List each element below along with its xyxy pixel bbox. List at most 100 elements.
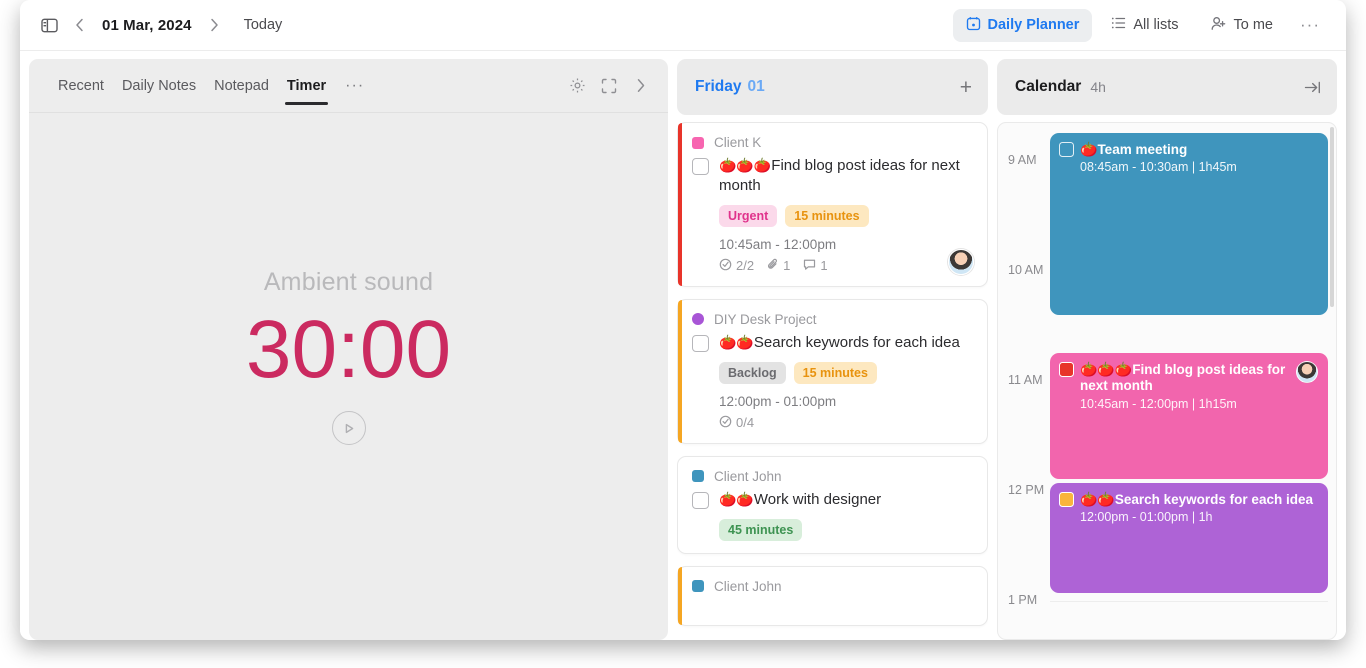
check-circle-icon <box>719 258 732 274</box>
task-card[interactable]: Client John <box>677 565 988 626</box>
calendar-event-head: 🍅Team meeting <box>1059 141 1318 158</box>
task-card[interactable]: DIY Desk Project 🍅🍅Search keywords for e… <box>677 298 988 444</box>
gear-icon[interactable] <box>566 75 588 97</box>
collapse-right-icon[interactable] <box>1304 80 1321 95</box>
event-title: 🍅🍅Search keywords for each idea <box>1080 491 1318 508</box>
avatar[interactable] <box>1296 361 1318 383</box>
task-project: Client John <box>692 469 973 484</box>
tab-daily-planner[interactable]: Daily Planner <box>952 8 1093 42</box>
task-checkbox[interactable] <box>692 334 709 352</box>
task-badges: 45 minutes <box>719 518 973 541</box>
comment-icon <box>803 258 816 274</box>
pomodoro-tomatoes: 🍅 <box>1080 141 1098 157</box>
event-checkbox[interactable] <box>1059 142 1074 157</box>
prev-day-button[interactable] <box>66 10 92 40</box>
event-checkbox[interactable] <box>1059 492 1074 507</box>
task-title: 🍅🍅Search keywords for each idea <box>719 333 973 353</box>
project-name: Client John <box>714 468 782 484</box>
task-checkbox[interactable] <box>692 158 709 175</box>
task-time: 12:00pm - 01:00pm <box>719 393 837 409</box>
pomodoro-tomatoes: 🍅🍅 <box>1080 491 1115 507</box>
tab-notepad[interactable]: Notepad <box>205 59 278 113</box>
tab-to-me-label: To me <box>1233 17 1274 33</box>
event-time: 12:00pm - 01:00pm | 1h <box>1080 510 1213 525</box>
event-time: 10:45am - 12:00pm | 1h15m <box>1080 396 1237 411</box>
project-color-swatch <box>692 470 704 483</box>
task-card[interactable]: Client K 🍅🍅🍅Find blog post ideas for nex… <box>677 122 988 287</box>
task-list: Client K 🍅🍅🍅Find blog post ideas for nex… <box>677 122 988 640</box>
tab-timer[interactable]: Timer <box>278 59 335 113</box>
toolbar-right-group: Daily Planner All lists To me ··· <box>952 8 1328 42</box>
task-main: 🍅🍅Search keywords for each idea <box>692 333 973 353</box>
plus-icon[interactable]: + <box>960 77 972 98</box>
task-meta: 2/2 1 1 <box>719 258 973 274</box>
event-title-text: Search keywords for each idea <box>1114 492 1313 507</box>
expand-icon[interactable] <box>598 75 620 97</box>
current-date[interactable]: 01 Mar, 2024 <box>94 17 200 34</box>
checklist-value: 0/4 <box>736 415 755 431</box>
duration-badge[interactable]: 45 minutes <box>719 518 803 541</box>
duration-badge[interactable]: 15 minutes <box>793 361 877 384</box>
app-window: 01 Mar, 2024 Today Daily Planner All lis… <box>20 0 1346 640</box>
left-panel-tabs-more[interactable]: ··· <box>335 77 374 95</box>
next-day-button[interactable] <box>202 10 228 40</box>
checklist-value: 2/2 <box>736 258 755 274</box>
event-checkbox[interactable] <box>1059 362 1074 377</box>
calendar-event-head: 🍅🍅🍅Find blog post ideas for next month <box>1059 361 1318 395</box>
duration-badge[interactable]: 15 minutes <box>785 204 869 227</box>
calendar-event[interactable]: 🍅Team meeting 08:45am - 10:30am | 1h45m <box>1050 133 1328 315</box>
sidebar-panel-icon[interactable] <box>34 10 64 40</box>
pomodoro-tomatoes: 🍅🍅 <box>719 490 754 507</box>
task-project: Client John <box>692 579 973 594</box>
left-panel-tabs: Recent Daily Notes Notepad Timer ··· <box>29 59 668 113</box>
pomodoro-tomatoes: 🍅🍅 <box>719 333 754 350</box>
event-title: 🍅Team meeting <box>1080 141 1318 158</box>
timer-display: 30:00 <box>245 304 452 395</box>
tab-recent[interactable]: Recent <box>49 59 113 113</box>
left-panel: Recent Daily Notes Notepad Timer ··· Amb… <box>29 59 668 640</box>
timer-panel: Ambient sound 30:00 <box>29 113 668 640</box>
task-main: 🍅🍅Work with designer <box>692 490 973 510</box>
project-color-swatch <box>692 580 704 593</box>
tab-all-lists[interactable]: All lists <box>1098 9 1191 42</box>
task-time: 10:45am - 12:00pm <box>719 236 837 252</box>
task-badges: Urgent 15 minutes <box>719 204 973 227</box>
hour-label: 10 AM <box>1008 263 1044 277</box>
calendar-event[interactable]: 🍅🍅🍅Find blog post ideas for next month 1… <box>1050 353 1328 479</box>
calendar-grid[interactable]: 9 AM 10 AM 11 AM 12 PM 1 PM 🍅Team meetin… <box>997 122 1337 640</box>
chevron-right-icon[interactable] <box>630 75 652 97</box>
top-toolbar: 01 Mar, 2024 Today Daily Planner All lis… <box>20 0 1346 51</box>
task-checkbox[interactable] <box>692 491 709 509</box>
ambient-sound-label[interactable]: Ambient sound <box>264 268 433 297</box>
status-badge[interactable]: Backlog <box>719 361 786 384</box>
calendar-event[interactable]: 🍅🍅Search keywords for each idea 12:00pm … <box>1050 483 1328 593</box>
project-name: Client John <box>714 578 782 594</box>
status-badge[interactable]: Urgent <box>719 204 778 227</box>
checklist-count: 2/2 <box>719 258 754 274</box>
project-color-swatch <box>692 136 704 149</box>
toolbar-more-button[interactable]: ··· <box>1292 9 1328 42</box>
left-panel-tools <box>566 75 652 97</box>
toolbar-left-group: 01 Mar, 2024 Today <box>34 10 282 40</box>
list-icon <box>1111 16 1126 34</box>
task-card[interactable]: Client John 🍅🍅Work with designer 45 minu… <box>677 455 988 554</box>
project-name: Client K <box>714 135 762 150</box>
hour-label: 11 AM <box>1008 373 1043 387</box>
event-title-text: Team meeting <box>1097 142 1188 157</box>
task-project: DIY Desk Project <box>692 312 973 327</box>
calendar-scrollbar[interactable] <box>1330 127 1334 307</box>
calendar-title: Calendar <box>1015 78 1082 95</box>
today-button[interactable]: Today <box>244 17 283 33</box>
tab-daily-notes[interactable]: Daily Notes <box>113 59 205 113</box>
play-icon[interactable] <box>331 411 366 445</box>
project-name: DIY Desk Project <box>714 311 817 327</box>
calendar-duration: 4h <box>1090 79 1106 95</box>
hour-label: 1 PM <box>1008 593 1038 607</box>
day-tasks-column: Friday 01 + Client K 🍅🍅🍅Find blog post i… <box>677 59 988 640</box>
person-add-icon <box>1211 16 1227 35</box>
task-title-text: Work with designer <box>753 490 882 508</box>
tab-to-me[interactable]: To me <box>1198 9 1287 42</box>
avatar[interactable] <box>948 248 974 275</box>
event-title: 🍅🍅🍅Find blog post ideas for next month <box>1080 361 1290 395</box>
pomodoro-tomatoes: 🍅🍅🍅 <box>1080 361 1133 377</box>
